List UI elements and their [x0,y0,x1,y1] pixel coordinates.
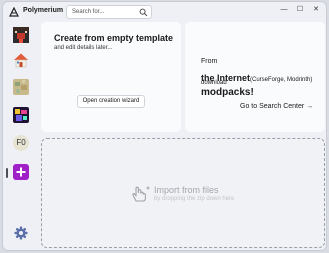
sidebar-item-create-instance[interactable] [13,164,29,180]
drop-zone-subtitle: by dropping the zip down here [154,196,235,202]
sidebar-item-instance-4[interactable] [13,107,29,123]
create-card-subtitle: and edit details later... [54,45,113,51]
instance-initials: F0 [16,138,26,147]
sidebar-item-instance-3[interactable] [13,79,29,95]
create-card-title: Create from empty template [54,33,174,43]
app-window: Polymerium Search for... — ☐ ✕ F0 Create… [2,1,327,251]
map-thumbnail-icon [13,79,29,95]
search-placeholder: Search for... [72,9,105,15]
file-drop-zone[interactable]: Import from files by dropping the zip do… [41,138,325,248]
import-source-detail: (CurseForge, Modrinth) [250,77,313,83]
import-download-label: download [201,80,227,86]
open-creation-wizard-button[interactable]: Open creation wizard [77,95,145,108]
sidebar-item-instance-1[interactable] [13,27,29,43]
drop-zone-title: Import from files [154,185,219,195]
import-internet-card: From the Internet(CurseForge, Modrinth) … [185,22,325,132]
import-from-label: From [201,58,218,65]
plus-icon [16,167,26,177]
app-title: Polymerium [23,7,64,14]
minimize-button[interactable]: — [278,5,290,15]
drag-hand-icon [132,186,150,202]
close-button[interactable]: ✕ [310,5,322,15]
search-icon [139,8,148,17]
colorful-thumbnail-icon [13,107,29,123]
settings-gear-icon[interactable] [14,226,28,240]
maximize-button[interactable]: ☐ [294,5,306,15]
arrow-right-icon: → [306,103,314,110]
house-icon [14,53,28,68]
search-center-link-label: Go to Search Center [240,103,305,110]
app-logo-icon [9,7,19,17]
go-to-search-center-link[interactable]: Go to Search Center → [240,103,313,110]
sidebar-item-instance-2[interactable] [13,52,29,68]
import-modpacks-label: modpacks! [201,87,254,98]
sidebar-item-instance-5[interactable]: F0 [13,135,29,151]
pixel-avatar-icon [13,27,29,43]
create-empty-card: Create from empty template and edit deta… [41,22,181,132]
title-bar: Polymerium Search for... — ☐ ✕ [3,2,326,22]
selection-indicator [6,168,8,178]
search-input[interactable]: Search for... [66,5,152,19]
sidebar: F0 [3,22,39,250]
